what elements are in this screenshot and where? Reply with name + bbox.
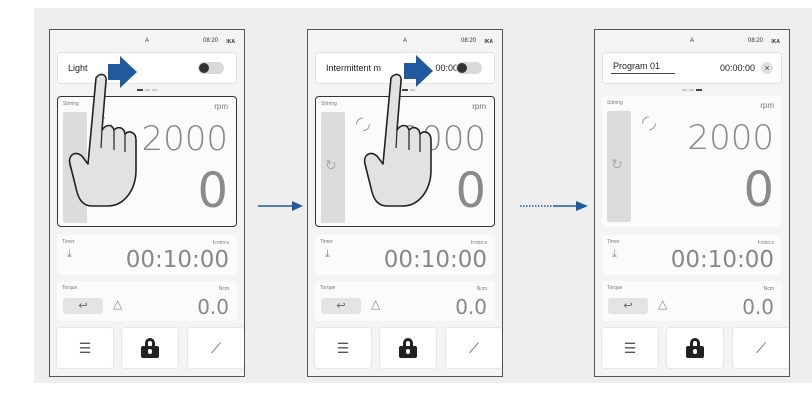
hand-gesture-2 [363, 73, 432, 207]
flow-arrow-dotted [520, 201, 588, 211]
swipe-arrow-1 [108, 56, 137, 88]
annotation-layer [68, 55, 588, 211]
hand-gesture-1 [68, 73, 137, 207]
flow-arrow-solid [258, 201, 303, 211]
swipe-arrow-2 [404, 55, 433, 87]
